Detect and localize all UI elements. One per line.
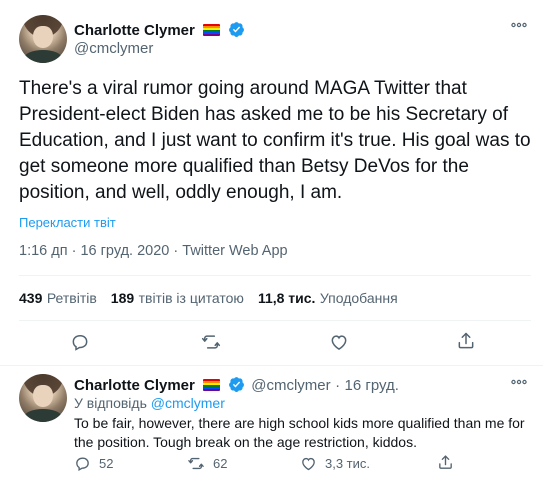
like-count: 3,3 тис. (325, 456, 371, 471)
pride-flag-icon (203, 24, 221, 36)
tweet-text: There's a viral rumor going around MAGA … (19, 78, 531, 203)
reply-retweet-button[interactable]: 62 (187, 455, 227, 472)
divider (0, 365, 543, 366)
author-name[interactable]: Charlotte Clymer (74, 22, 195, 39)
quotes-stat[interactable]: 189 твітів із цитатою (111, 290, 244, 308)
tweet-stats: 439 Ретвітів 189 твітів із цитатою 11,8 … (19, 290, 398, 308)
verified-icon (228, 376, 245, 393)
author-handle[interactable]: @cmclymer (74, 40, 153, 57)
like-icon (300, 455, 317, 472)
reply-author-avatar[interactable] (19, 374, 67, 422)
reply-reply-button[interactable]: 52 (74, 455, 113, 472)
translate-tweet-link[interactable]: Перекласти твіт (19, 215, 116, 230)
retweets-stat[interactable]: 439 Ретвітів (19, 290, 97, 308)
replying-to: У відповідь @cmclymer (74, 395, 225, 411)
likes-count: 11,8 тис. (257, 290, 316, 306)
like-button[interactable] (329, 332, 349, 352)
retweet-button[interactable] (200, 332, 222, 352)
reply-icon (74, 455, 91, 472)
pride-flag-icon (203, 379, 221, 391)
author-avatar[interactable] (19, 15, 67, 63)
tweet-date[interactable]: 16 груд. 2020 (80, 243, 169, 259)
retweets-count: 439 (19, 290, 43, 306)
divider (19, 275, 531, 276)
author-name-row: Charlotte Clymer (74, 21, 245, 40)
more-icon[interactable] (511, 379, 527, 385)
retweet-icon (187, 455, 205, 472)
reply-count: 52 (99, 456, 114, 471)
meta-separator: · (173, 243, 179, 259)
reply-header: Charlotte Clymer @cmclymer · 16 груд. (74, 376, 399, 395)
reply-button[interactable] (70, 332, 90, 352)
more-icon[interactable] (511, 22, 527, 28)
reply-share-button[interactable] (437, 454, 454, 471)
meta-separator: · (71, 243, 77, 259)
reply-separator: · (335, 377, 341, 394)
verified-icon (228, 21, 245, 38)
quotes-count: 189 (110, 290, 135, 306)
retweet-count: 62 (213, 456, 228, 471)
reply-author-name[interactable]: Charlotte Clymer (74, 377, 195, 394)
replying-to-prefix: У відповідь (74, 395, 147, 411)
reply-text: To be fair, however, there are high scho… (74, 415, 525, 450)
tweet-meta: 1:16 дп · 16 груд. 2020 · Twitter Web Ap… (19, 243, 288, 259)
likes-stat[interactable]: 11,8 тис. Уподобання (258, 290, 398, 308)
share-button[interactable] (456, 331, 476, 351)
likes-label: Уподобання (319, 290, 398, 306)
replying-to-mention[interactable]: @cmclymer (151, 395, 225, 411)
reply-like-button[interactable]: 3,3 тис. (300, 455, 370, 472)
quotes-label: твітів із цитатою (138, 290, 244, 306)
divider (19, 320, 531, 321)
share-icon (437, 454, 454, 471)
reply-date[interactable]: 16 груд. (345, 377, 399, 394)
reply-author-handle[interactable]: @cmclymer (251, 377, 330, 394)
tweet-source[interactable]: Twitter Web App (182, 243, 287, 259)
tweet-time[interactable]: 1:16 дп (19, 243, 68, 259)
retweets-label: Ретвітів (46, 290, 97, 306)
